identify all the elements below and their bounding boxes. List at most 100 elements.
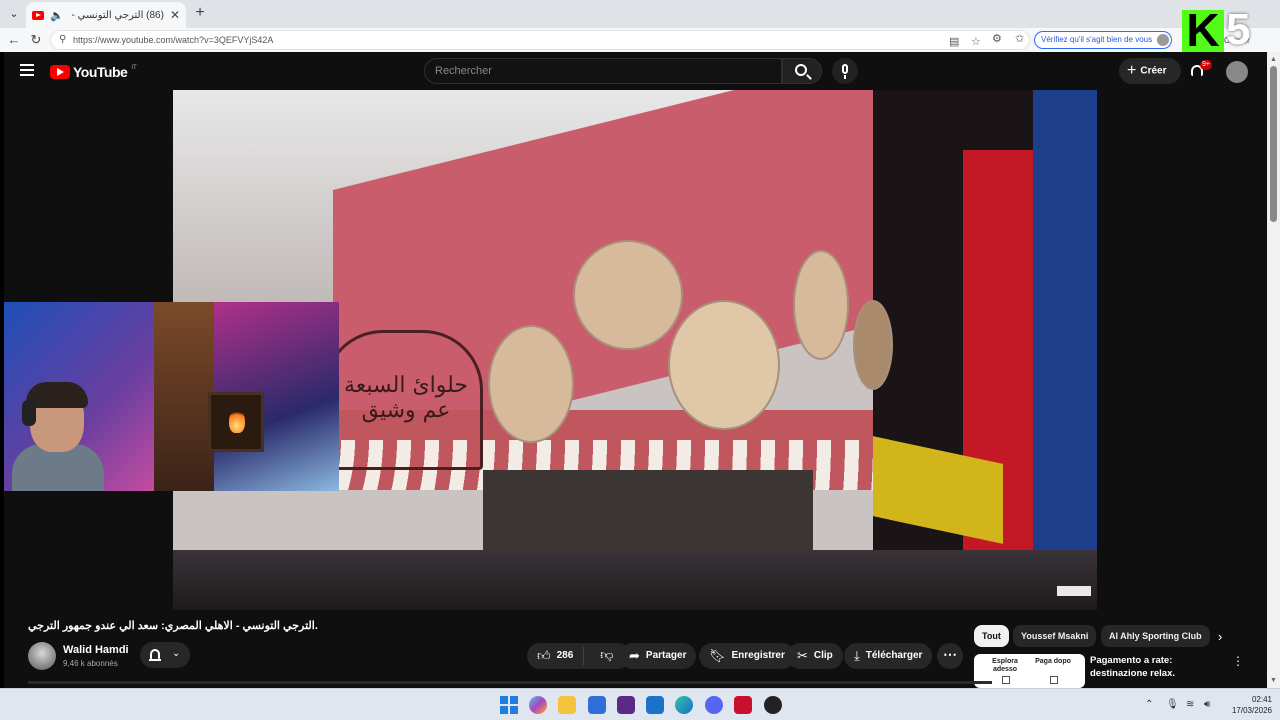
- channel-name[interactable]: Walid Hamdi: [63, 644, 129, 656]
- copilot-icon[interactable]: [529, 696, 547, 714]
- thumbs-down-icon: 👎︎: [600, 647, 614, 662]
- save-label: Enregistrer: [731, 650, 785, 661]
- tab-list-chevron-icon[interactable]: ⌄: [6, 6, 22, 22]
- save-button[interactable]: 🔖︎ Enregistrer: [699, 643, 795, 669]
- taskbar-clock[interactable]: 02:41 17/03/2026: [1222, 694, 1272, 716]
- search-icon: [795, 64, 807, 76]
- url-text: https://www.youtube.com/watch?v=3QEFVYjS…: [73, 35, 274, 45]
- discord-icon[interactable]: [705, 696, 723, 714]
- close-tab-icon[interactable]: ✕: [170, 8, 180, 22]
- share-label: Partager: [645, 650, 687, 661]
- create-button[interactable]: + Créer: [1119, 58, 1181, 84]
- fireplace: [208, 392, 264, 452]
- app-red-icon[interactable]: [734, 696, 752, 714]
- url-field[interactable]: ⚲ https://www.youtube.com/watch?v=3QEFVY…: [50, 30, 1030, 50]
- wifi-icon[interactable]: ≋: [1186, 699, 1194, 710]
- kebab-menu-icon[interactable]: ⋮: [1232, 654, 1244, 668]
- clip-button[interactable]: ✂ Clip: [787, 643, 843, 669]
- shop-sign: حلوائ السبعة عم وشيق: [323, 330, 483, 470]
- favorite-star-icon[interactable]: ☆: [971, 35, 981, 48]
- ad-option-pay-later: Paga dopo: [1035, 658, 1071, 665]
- search-input[interactable]: Rechercher: [424, 58, 782, 84]
- tab-title: (86) الترجي التونسي - الأهلي الم: [70, 9, 164, 21]
- ad-title[interactable]: Pagamento a rate: destinazione relax.: [1090, 654, 1230, 680]
- browser-tab[interactable]: 🔈 (86) الترجي التونسي - الأهلي الم ✕: [26, 2, 186, 28]
- youtube-favicon-icon: [32, 10, 44, 20]
- logo-text: YouTube: [73, 64, 128, 80]
- logo-country: IT: [131, 65, 137, 71]
- webcam-overlay: [4, 302, 339, 491]
- volume-icon[interactable]: 🔊︎: [1204, 699, 1210, 710]
- store-icon[interactable]: [588, 696, 606, 714]
- subscription-button[interactable]: ⌄: [140, 642, 190, 668]
- tray-chevron-up-icon[interactable]: ⌃: [1145, 699, 1153, 710]
- share-arrow-icon: ➦: [629, 648, 640, 663]
- more-actions-button[interactable]: ⋯: [937, 643, 963, 669]
- account-avatar[interactable]: [1226, 61, 1248, 83]
- new-tab-button[interactable]: +: [192, 5, 208, 21]
- favorites-icon[interactable]: ✩: [1015, 32, 1024, 45]
- verify-text: Vérifiez qu'il s'agit bien de vous: [1041, 35, 1153, 44]
- edge-browser-icon[interactable]: [675, 696, 693, 714]
- bookmark-icon: 🔖︎: [709, 648, 726, 663]
- back-arrow-icon[interactable]: ←: [6, 32, 22, 48]
- youtube-play-icon: [50, 65, 70, 79]
- youtube-header: YouTube IT Rechercher + Créer 9+: [4, 52, 1267, 90]
- browser-tab-bar: ⌄ 🔈 (86) الترجي التونسي - الأهلي الم ✕ +: [0, 0, 1280, 28]
- profile-verify-button[interactable]: Vérifiez qu'il s'agit bien de vous: [1034, 31, 1172, 49]
- page-scrollbar[interactable]: ▲ ▼: [1267, 52, 1280, 688]
- kick-logo-number: 5: [1226, 5, 1251, 54]
- crowd: [173, 550, 1097, 610]
- content-divider: [28, 681, 992, 684]
- reader-view-icon[interactable]: ▤: [949, 35, 959, 48]
- clip-label: Clip: [813, 650, 833, 661]
- search-placeholder: Rechercher: [435, 65, 492, 77]
- outlook-icon[interactable]: [646, 696, 664, 714]
- channel-watermark: [1057, 586, 1091, 596]
- create-label: Créer: [1140, 65, 1167, 77]
- reload-icon[interactable]: ↻: [28, 32, 44, 48]
- subscriber-count: 9,46 k abonnés: [63, 659, 118, 668]
- speaker-icon[interactable]: 🔈: [50, 9, 64, 22]
- channel-avatar[interactable]: [28, 642, 56, 670]
- scroll-down-arrow-icon[interactable]: ▼: [1270, 677, 1277, 684]
- share-button[interactable]: ➦ Partager: [619, 643, 697, 669]
- plus-icon: +: [1127, 62, 1137, 79]
- youtube-logo[interactable]: YouTube IT: [50, 64, 137, 80]
- youtube-page: YouTube IT Rechercher + Créer 9+ حلوائ ا…: [4, 52, 1267, 688]
- microphone-icon: [842, 64, 848, 74]
- site-info-icon[interactable]: ⚲: [59, 34, 66, 45]
- search-button[interactable]: [782, 58, 822, 84]
- windows-start-icon[interactable]: [500, 696, 518, 714]
- like-dislike-group: 👍︎ 286 👎︎: [527, 643, 631, 669]
- file-explorer-icon[interactable]: [558, 696, 576, 714]
- like-button[interactable]: 👍︎ 286: [527, 647, 585, 665]
- download-label: Télécharger: [865, 650, 923, 661]
- menu-icon[interactable]: [20, 64, 34, 78]
- chip-al-ahly[interactable]: Al Ahly Sporting Club: [1101, 625, 1210, 647]
- download-icon: ⤓: [854, 648, 860, 663]
- headset-icon: [22, 400, 36, 426]
- chevron-right-icon[interactable]: ›: [1218, 629, 1222, 644]
- kick-logo-letter: K: [1186, 4, 1220, 56]
- kick-5-logo: K 5: [1172, 0, 1280, 58]
- notification-badge: 9+: [1200, 60, 1212, 70]
- chip-all[interactable]: Tout: [974, 625, 1009, 647]
- obs-icon[interactable]: [764, 696, 782, 714]
- shop-sign-text: حلوائ السبعة عم وشيق: [343, 373, 469, 423]
- profile-avatar: [1157, 34, 1169, 46]
- windows-taskbar: ⌃ 🎙︎ ≋ 🔊︎ 02:41 17/03/2026: [0, 688, 1280, 720]
- clock-date: 17/03/2026: [1231, 706, 1272, 715]
- extensions-icon[interactable]: ⚙: [992, 32, 1002, 45]
- voice-search-button[interactable]: [832, 58, 858, 84]
- checkbox-icon: [1002, 676, 1010, 684]
- proton-vpn-icon[interactable]: [617, 696, 635, 714]
- download-button[interactable]: ⤓ Télécharger: [844, 643, 933, 669]
- microphone-tray-icon[interactable]: 🎙︎: [1166, 699, 1179, 710]
- scroll-up-arrow-icon[interactable]: ▲: [1270, 56, 1277, 63]
- chip-youssef-msakni[interactable]: Youssef Msakni: [1013, 625, 1097, 647]
- chevron-down-icon: ⌄: [172, 648, 181, 659]
- thumbs-up-icon: 👍︎: [537, 648, 551, 663]
- bell-icon: [149, 649, 161, 661]
- scroll-thumb[interactable]: [1270, 66, 1277, 222]
